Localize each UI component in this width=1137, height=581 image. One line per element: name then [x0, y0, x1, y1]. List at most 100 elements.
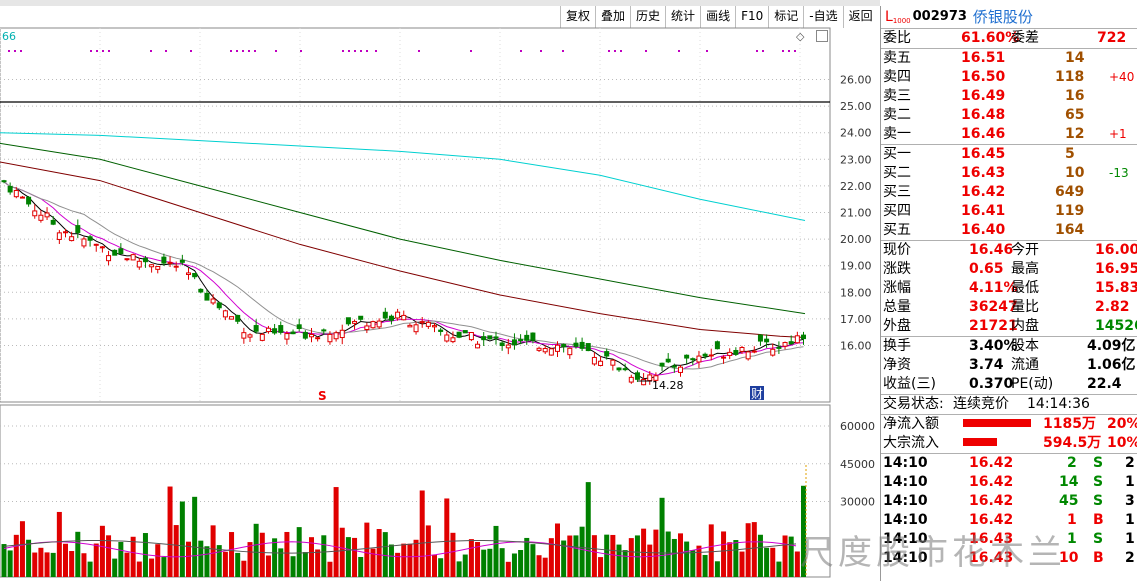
candle-body: [628, 376, 634, 383]
candle-body: [19, 196, 25, 199]
volume-bar: [733, 540, 739, 577]
stat-label: 最高: [1011, 261, 1039, 277]
candle-body: [56, 232, 62, 240]
stat-value: 14526: [1095, 318, 1137, 334]
kline-chart[interactable]: 26.00 25.00 24.00 23.00 22.00 21.00 20.00 19.00…: [0, 0, 880, 581]
volume-bar: [388, 544, 394, 577]
indicator-dot: [562, 50, 564, 52]
candle-body: [548, 348, 554, 356]
tick-volume: 2: [1067, 455, 1077, 471]
stat-label: 内盘: [1011, 318, 1039, 334]
volume-bar: [358, 556, 364, 577]
candle-body: [518, 339, 524, 342]
candle-body: [591, 356, 597, 365]
volume-bar: [708, 524, 714, 577]
candle-body: [641, 379, 647, 386]
volume-bar: [302, 552, 308, 577]
flow-label: 净流入额: [883, 416, 939, 432]
buy-row: 买二 16.43 10 -13: [881, 164, 1137, 183]
tick-row: 14:10 16.42 14 S 1: [881, 473, 1137, 492]
candle-body: [179, 259, 185, 263]
volume-bar: [1, 544, 7, 577]
candle-body: [733, 350, 739, 355]
candle-body: [222, 310, 228, 318]
candle-body: [69, 236, 75, 242]
indicator-dot: [254, 50, 256, 52]
flow-row: 净流入额 1185万 20%: [881, 415, 1137, 434]
volume-bar: [419, 490, 425, 577]
fund-label: 净资: [883, 357, 911, 373]
level-price: 16.43: [961, 165, 1006, 181]
level-price: 16.49: [961, 88, 1006, 104]
indicator-dot: [190, 50, 192, 52]
candle-body: [309, 334, 314, 338]
volume-bar: [192, 496, 198, 577]
volume-bar: [684, 541, 690, 577]
watermark: 尺度股市花木兰: [800, 533, 1066, 573]
scroll-box-icon[interactable]: [816, 30, 828, 42]
tick-time: 14:10: [883, 493, 928, 509]
indicator-dot: [108, 50, 110, 52]
volume-bar: [63, 543, 68, 577]
s-marker[interactable]: S: [318, 389, 327, 403]
level-price: 16.50: [961, 69, 1006, 85]
indicator-dot: [645, 50, 647, 52]
fund-value: 3.74: [969, 357, 1004, 373]
volume-bar: [315, 549, 321, 577]
volume-bar: [714, 561, 720, 577]
stock-name[interactable]: 侨银股份: [973, 6, 1033, 28]
level-price: 16.46: [961, 126, 1006, 142]
sell-orders: 卖五 16.51 14 卖四 16.50 118 +40 卖三 16.49 16 卖二 16.48 65…: [881, 48, 1137, 144]
level-label: 买五: [883, 222, 911, 238]
indicator-dot: [756, 50, 758, 52]
diamond-icon[interactable]: ◇: [796, 30, 804, 43]
indicator-dot: [150, 50, 152, 52]
volume-bar: [678, 533, 683, 577]
candle-body: [456, 331, 462, 338]
buy-row: 买五 16.40 164: [881, 221, 1137, 240]
candle-body: [425, 321, 431, 327]
tick-count: 1: [1125, 531, 1135, 547]
tick-side: S: [1093, 531, 1104, 547]
indicator-dot: [470, 50, 472, 52]
level-volume: 12: [1065, 126, 1085, 142]
level-label: 买一: [883, 146, 911, 162]
candle-body: [112, 249, 118, 256]
trade-status-row: 交易状态: 连续竞价 14:14:36: [881, 394, 1137, 414]
candle-body: [419, 321, 425, 324]
volume-bar: [702, 554, 708, 577]
candle-body: [302, 331, 308, 339]
candlestick-series: [1, 179, 806, 386]
candle-body: [634, 372, 640, 380]
flow-pct: 20%: [1107, 416, 1137, 432]
volume-bar: [296, 527, 302, 577]
candle-body: [555, 344, 560, 352]
axis-ticks: 26.00 25.00 24.00 23.00 22.00 21.00 20.00 19.00…: [840, 74, 875, 509]
stock-title: L 1000 002973 侨银股份: [881, 6, 1137, 28]
candle-body: [530, 332, 536, 341]
indicator-dot: [300, 50, 302, 52]
status-value: 连续竞价: [953, 396, 1009, 412]
fund-label: 股本: [1011, 338, 1039, 354]
volume-bar: [591, 535, 597, 577]
low-price-label: 14.28: [652, 379, 684, 392]
cai-marker[interactable]: 财: [751, 387, 763, 401]
volume-bar: [7, 550, 13, 577]
volume-bar: [788, 536, 794, 577]
indicator-dot: [540, 50, 542, 52]
volume-bar: [622, 550, 628, 577]
volume-bar: [204, 546, 210, 577]
fund-flows: 净流入额 1185万 20% 大宗流入 594.5万 10%: [881, 414, 1137, 453]
candle-body: [444, 334, 450, 342]
volume-bar: [44, 552, 50, 577]
fund-label: 收益(三): [883, 376, 936, 392]
level-volume: 164: [1055, 222, 1085, 238]
flow-row: 大宗流入 594.5万 10%: [881, 434, 1137, 453]
volume-bar: [241, 560, 247, 577]
indicator-dot: [782, 50, 784, 52]
candle-body: [1, 180, 7, 183]
candle-body: [376, 320, 382, 328]
candle-body: [407, 324, 413, 328]
candle-body: [579, 341, 585, 349]
candle-body: [259, 333, 265, 341]
